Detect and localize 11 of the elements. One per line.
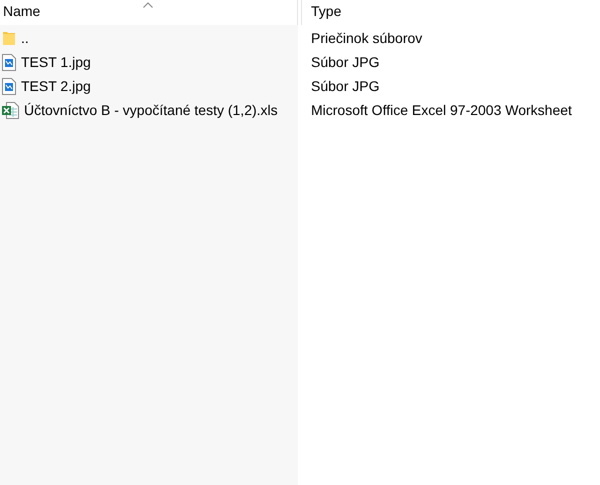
sort-up-icon bbox=[143, 2, 153, 8]
file-type: Priečinok súborov bbox=[311, 28, 422, 48]
file-type: Súbor JPG bbox=[311, 76, 380, 96]
file-name[interactable]: TEST 1.jpg bbox=[21, 52, 91, 72]
file-name[interactable]: Účtovníctvo B - vypočítané testy (1,2).xls bbox=[24, 100, 278, 120]
file-name[interactable]: .. bbox=[21, 28, 29, 48]
file-name[interactable]: TEST 2.jpg bbox=[21, 76, 91, 96]
file-type: Microsoft Office Excel 97-2003 Worksheet bbox=[311, 100, 572, 120]
file-type: Súbor JPG bbox=[311, 52, 380, 72]
column-header[interactable]: Type bbox=[301, 0, 600, 25]
folder-icon bbox=[2, 30, 16, 46]
